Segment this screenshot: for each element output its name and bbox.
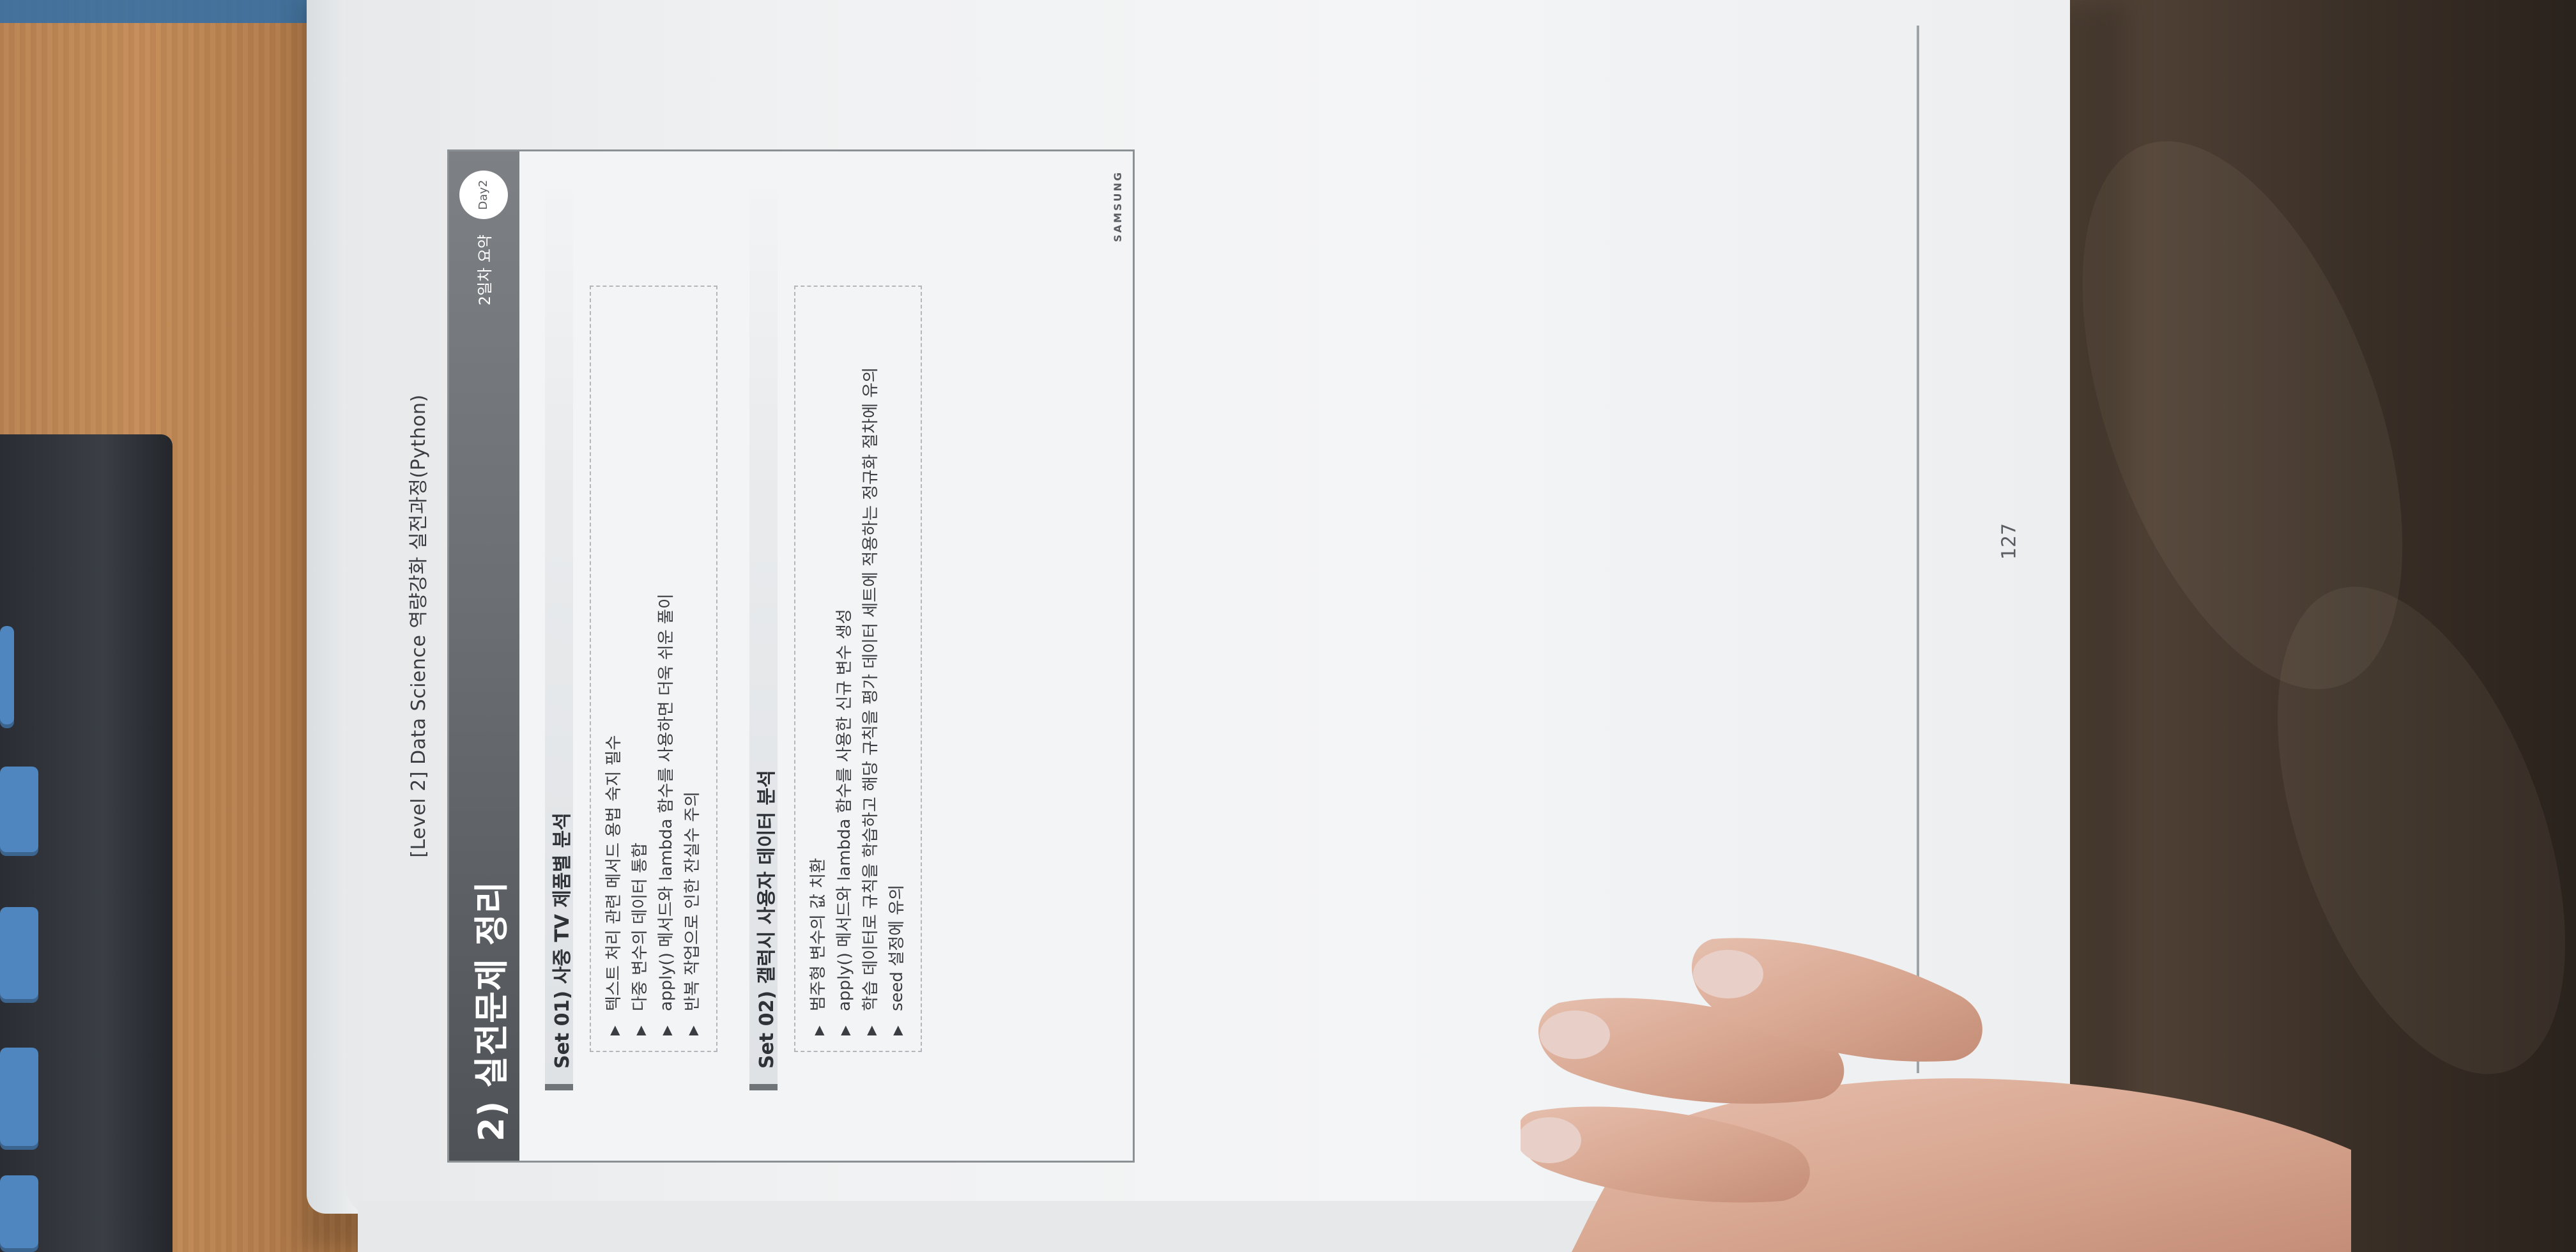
bullet-arrow-icon: ▶ — [632, 1025, 648, 1035]
slide-title: 2) 실전문제 정리 — [471, 881, 512, 1141]
bullet-item: ▶ 반복 작업으로 인한 잔실수 주의 — [680, 302, 706, 1035]
bullet-text: 범주형 변수의 값 치환 — [809, 857, 828, 1011]
bullet-arrow-icon: ▶ — [863, 1025, 878, 1035]
page-number: 127 — [1998, 523, 2021, 560]
bullet-arrow-icon: ▶ — [889, 1025, 905, 1035]
next-page-edge — [358, 1201, 1636, 1252]
bullet-item: ▶ apply() 메서드와 lambda 함수를 사용하면 더욱 쉬운 풀이 — [654, 302, 680, 1035]
fingernail — [1693, 950, 1763, 998]
keyboard-key — [0, 1175, 38, 1252]
bullet-item: ▶ apply() 메서드와 lambda 함수를 사용한 신규 변수 생성 — [832, 302, 858, 1035]
keyboard-key — [0, 1048, 38, 1150]
set-header-bar: Set 01) 사중 TV 제품별 분석 — [545, 190, 574, 1090]
bullet-text: 반복 작업으로 인한 잔실수 주의 — [683, 791, 702, 1011]
bullet-text: 학습 데이터로 규칙을 학습하고 해당 규칙을 평가 데이터 세트에 적용하는 … — [861, 367, 880, 1011]
bullet-text: apply() 메서드와 lambda 함수를 사용한 신규 변수 생성 — [835, 609, 854, 1011]
brand-logo: SAMSUNG — [1112, 171, 1124, 242]
bullet-item: ▶ 학습 데이터로 규칙을 학습하고 해당 규칙을 평가 데이터 세트에 적용하는… — [858, 302, 884, 1035]
bullet-item: ▶ 다중 변수의 데이터 통합 — [627, 302, 654, 1035]
bullet-arrow-icon: ▶ — [659, 1025, 674, 1035]
bullet-item: ▶ 텍스트 처리 관련 메서드 용법 숙지 필수 — [601, 302, 627, 1035]
bullet-text: seed 설정에 유의 — [887, 884, 907, 1011]
hand — [1521, 938, 2351, 1252]
bullet-text: 다중 변수의 데이터 통합 — [631, 843, 650, 1011]
set-title: Set 01) 사중 TV 제품별 분석 — [551, 813, 574, 1069]
slide-tag: 2일차 요약 — [476, 234, 494, 306]
keyboard-key — [0, 626, 14, 728]
bullet-text: 텍스트 처리 관련 메서드 용법 숙지 필수 — [604, 735, 624, 1011]
bullet-text: apply() 메서드와 lambda 함수를 사용하면 더욱 쉬운 풀이 — [657, 593, 676, 1011]
set-header-bar: Set 02) 갤럭시 사용자 데이터 분석 — [749, 190, 778, 1090]
keyboard — [0, 434, 172, 1252]
bullet-arrow-icon: ▶ — [606, 1025, 622, 1035]
bullet-arrow-icon: ▶ — [685, 1025, 700, 1035]
summary-slide: 2) 실전문제 정리 2일차 요약 Day2 Set 01) 사중 TV 제품별… — [447, 149, 1135, 1163]
day-badge: Day2 — [459, 171, 508, 219]
bullet-arrow-icon: ▶ — [837, 1025, 852, 1035]
slide-banner: 2) 실전문제 정리 2일차 요약 Day2 — [449, 151, 519, 1161]
running-head: [Level 2] Data Science 역량강화 실전과정(Python) — [408, 394, 430, 858]
keyboard-key — [0, 907, 38, 1003]
keyboard-key — [0, 767, 38, 856]
page-margin-rule — [1917, 26, 1919, 1073]
bullet-item: ▶ 범주형 변수의 값 치환 — [806, 302, 832, 1035]
set-bullet-box: ▶ 범주형 변수의 값 치환 ▶ apply() 메서드와 lambda 함수를 사… — [794, 286, 922, 1052]
set-bullet-box: ▶ 텍스트 처리 관련 메서드 용법 숙지 필수 ▶ 다중 변수의 데이터 통합 ▶… — [590, 286, 717, 1052]
set-title: Set 02) 갤럭시 사용자 데이터 분석 — [756, 770, 778, 1069]
blue-object-edge — [0, 0, 332, 23]
bullet-item: ▶ seed 설정에 유의 — [884, 302, 910, 1035]
printed-content-frame: [Level 2] Data Science 역량강화 실전과정(Python)… — [402, 77, 1144, 1175]
bullet-arrow-icon: ▶ — [811, 1025, 826, 1035]
fingernail — [1540, 1011, 1610, 1059]
